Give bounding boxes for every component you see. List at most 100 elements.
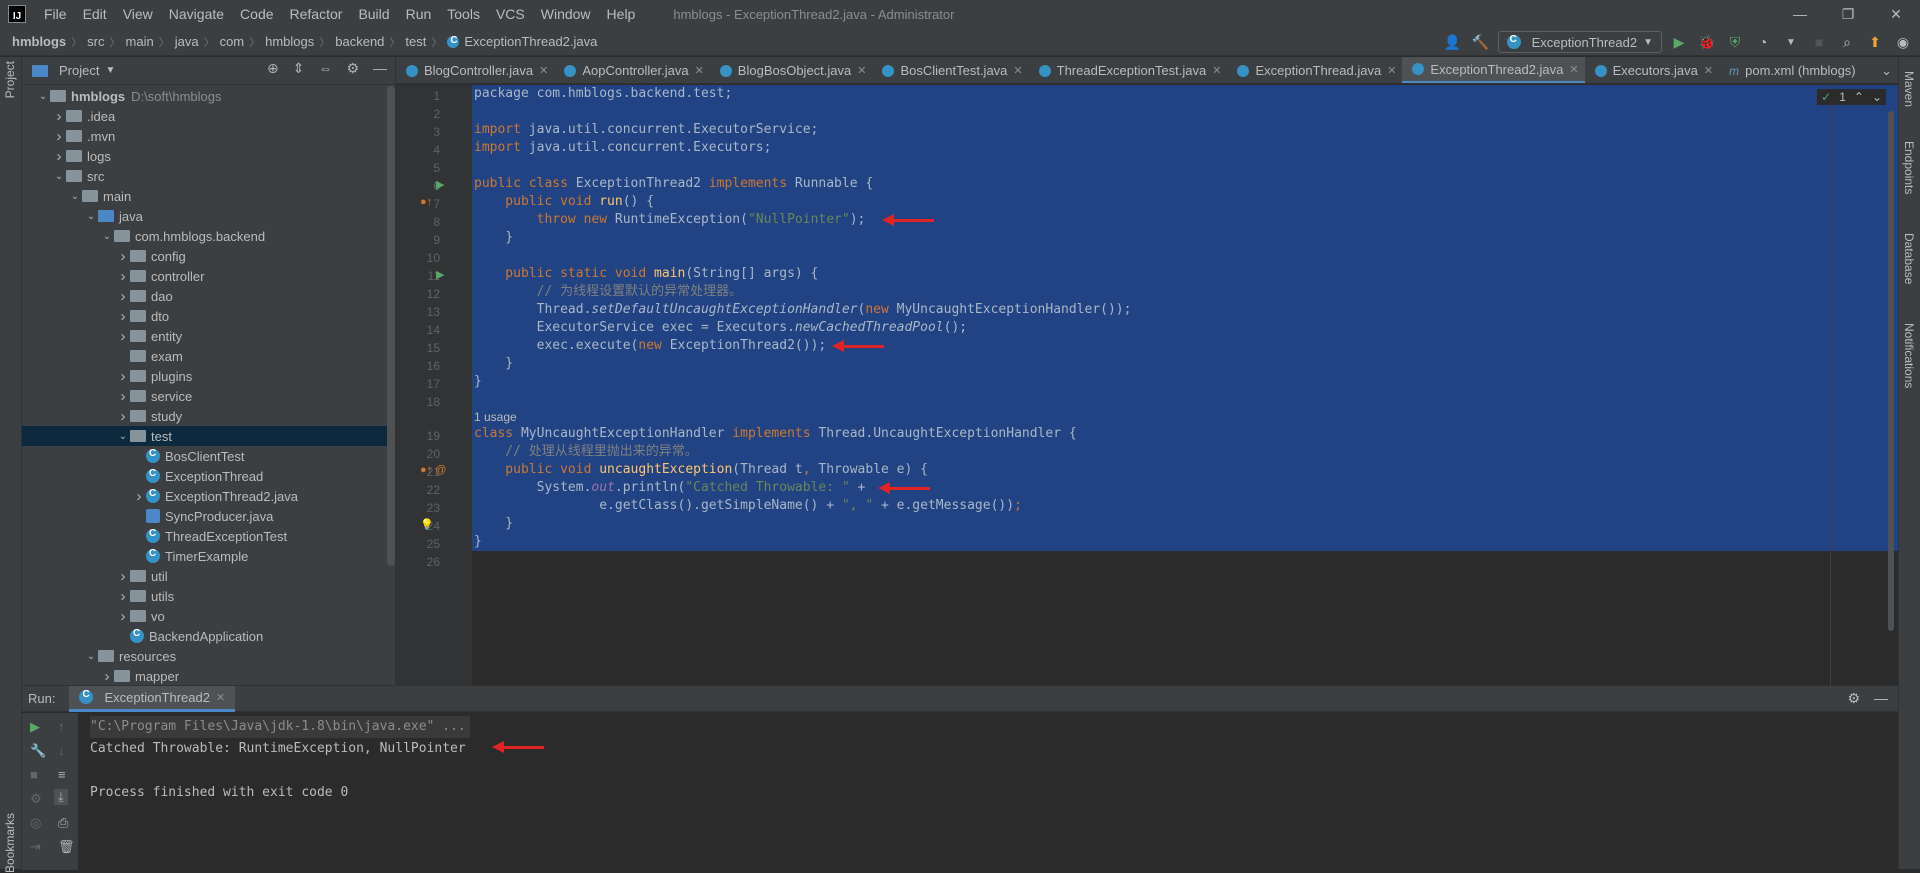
tree-item[interactable]: › ExceptionThread2.java [22,486,394,506]
breadcrumb-item[interactable]: com [220,34,245,49]
chevron-down-icon[interactable]: ⌄ [116,431,130,442]
editor-tab[interactable]: BlogController.java ✕ [396,57,554,83]
code-editor[interactable]: 1 2 3 4 5 6 7 8 9 10 11 12 13 14 15 16 17 18 19 20 21 22 23 24 2… [396,85,1898,685]
menu-refactor[interactable]: Refactor [282,0,351,28]
chevron-right-icon[interactable]: › [116,568,130,585]
editor-scrollbar[interactable] [1888,111,1894,631]
tree-item[interactable]: › controller [22,266,394,286]
close-icon[interactable]: ✕ [857,64,866,77]
close-icon[interactable]: ✕ [1704,64,1713,77]
expand-all-icon[interactable]: ⇕ [293,60,305,77]
tree-item[interactable]: ⌄ test [22,426,394,446]
scroll-up-icon[interactable]: ↑ [58,719,65,734]
chevron-down-icon[interactable]: ▼ [105,65,115,76]
run-tab[interactable]: ExceptionThread2 ✕ [69,685,236,712]
editor-tab[interactable]: BosClientTest.java ✕ [872,57,1028,83]
scroll-to-end-icon[interactable]: ⤓ [54,789,68,805]
chevron-right-icon[interactable]: › [52,108,66,125]
tree-item[interactable]: › .idea [22,106,394,126]
search-icon[interactable]: ⌕ [1836,31,1858,53]
rerun-icon[interactable]: ▶ [30,719,40,735]
bulb-icon[interactable]: 💡 [420,518,434,531]
tree-item[interactable]: BackendApplication [22,626,394,646]
editor-tab[interactable]: m pom.xml (hmblogs) [1719,57,1862,83]
run-icon[interactable]: ▶ [1668,31,1690,53]
exit-icon[interactable]: ⇥ [30,839,41,855]
endpoints-tool-button[interactable]: Endpoints [1902,141,1916,194]
breadcrumb-item[interactable]: java [175,34,199,49]
scroll-down-icon[interactable]: ↓ [58,743,65,758]
debug-icon[interactable]: 🐞 [1696,31,1718,53]
chevron-right-icon[interactable]: › [132,488,146,505]
maven-tool-button[interactable]: Maven [1902,71,1916,107]
tree-item[interactable]: ThreadExceptionTest [22,526,394,546]
chevron-down-icon[interactable]: ⌄ [68,191,82,202]
chevron-down-icon[interactable]: ⌄ [100,231,114,242]
chevron-right-icon[interactable]: › [116,288,130,305]
chevron-right-icon[interactable]: › [100,668,114,685]
chevron-right-icon[interactable]: › [116,248,130,265]
tabs-overflow-icon[interactable]: ⌄ [1871,57,1898,83]
code-selection[interactable]: package com.hmblogs.backend.test; import … [472,85,1898,685]
hide-icon[interactable]: — [1874,690,1888,707]
menu-help[interactable]: Help [599,0,644,28]
tree-item[interactable]: ⌄ hmblogs D:\soft\hmblogs [22,86,394,106]
chevron-right-icon[interactable]: › [116,368,130,385]
tree-item[interactable]: › mapper [22,666,394,686]
camera-icon[interactable]: ⚙ [30,791,42,807]
editor-tab[interactable]: AopController.java ✕ [554,57,709,83]
chevron-down-icon[interactable]: ⌄ [36,91,50,102]
close-icon[interactable]: ✕ [1212,64,1221,77]
tree-item[interactable]: ⌄ com.hmblogs.backend [22,226,394,246]
tree-item[interactable]: ⌄ resources [22,646,394,666]
close-icon[interactable]: ✕ [695,64,704,77]
close-icon[interactable]: ✕ [539,64,548,77]
collapse-all-icon[interactable]: ⇔ [318,60,332,77]
menu-window[interactable]: Window [533,0,599,28]
run-config-select[interactable]: ExceptionThread2 ▼ [1497,31,1662,53]
chevron-down-icon[interactable]: ⌄ [1872,90,1882,104]
close-icon[interactable]: ✕ [1569,63,1578,76]
editor-tab[interactable]: ExceptionThread.java ✕ [1227,57,1402,83]
override-gutter-icon[interactable]: ●↑ @ [420,464,446,476]
stop-icon[interactable]: ■ [30,767,38,782]
tree-item[interactable]: ⌄ java [22,206,394,226]
breadcrumb-item[interactable]: hmblogs [265,34,314,49]
tree-item[interactable]: › util [22,566,394,586]
dump-icon[interactable]: ◎ [30,815,41,831]
menu-tools[interactable]: Tools [439,0,488,28]
chevron-right-icon[interactable]: › [116,408,130,425]
tree-item[interactable]: ⌄ src [22,166,394,186]
tree-item[interactable]: ExceptionThread [22,466,394,486]
menu-run[interactable]: Run [398,0,440,28]
build-hammer-icon[interactable]: 🔨 [1470,31,1492,53]
bookmarks-tool-button[interactable]: Bookmarks [3,813,17,873]
tree-item[interactable]: › entity [22,326,394,346]
close-icon[interactable]: ✕ [1872,0,1920,28]
tree-item[interactable]: › dto [22,306,394,326]
trash-icon[interactable]: 🗑 [58,839,75,855]
breadcrumb-item[interactable]: src [87,34,104,49]
usage-hint[interactable]: 1 usage [474,410,517,424]
chevron-right-icon[interactable]: › [116,588,130,605]
tree-item[interactable]: › dao [22,286,394,306]
tree-item[interactable]: exam [22,346,394,366]
menu-vcs[interactable]: VCS [488,0,533,28]
breadcrumb-item[interactable]: main [126,34,154,49]
chevron-right-icon[interactable]: › [116,388,130,405]
menu-navigate[interactable]: Navigate [161,0,232,28]
editor-tab[interactable]: Executors.java ✕ [1585,57,1719,83]
minimize-icon[interactable]: — [1776,0,1824,28]
print-icon[interactable]: ⎙ [58,815,68,831]
breadcrumb-item[interactable]: hmblogs [12,34,66,49]
user-icon[interactable]: 👤 [1442,31,1464,53]
tree-item[interactable]: › plugins [22,366,394,386]
tree-item[interactable]: › study [22,406,394,426]
chevron-right-icon[interactable]: › [116,328,130,345]
chevron-right-icon[interactable]: › [116,608,130,625]
run-gutter-icon[interactable]: ▶ [436,268,444,281]
update-icon[interactable]: ⬆ [1864,31,1886,53]
breadcrumb-item[interactable]: ExceptionThread2.java [464,34,597,49]
chevron-right-icon[interactable]: › [52,128,66,145]
tree-item[interactable]: TimerExample [22,546,394,566]
